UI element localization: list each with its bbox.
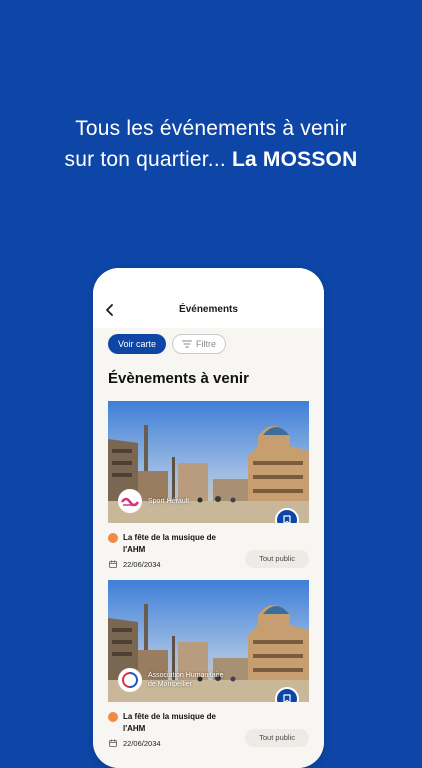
organizer-logo [118, 489, 142, 513]
promo-line-2-prefix: sur ton quartier... [64, 148, 226, 171]
event-title: La fête de la musique de l'AHM [123, 533, 216, 554]
organizer-name: Association Humanitaire de Montpellier [148, 672, 224, 688]
organizer-name: Sport Hérault [148, 497, 190, 505]
organizer-logo [118, 668, 142, 692]
page-title: Événements [179, 304, 238, 315]
filter-button[interactable]: Filtre [172, 334, 227, 354]
organizer: Association Humanitaire de Montpellier [118, 668, 228, 692]
event-image: Association Humanitaire de Montpellier [108, 580, 309, 702]
event-card[interactable]: Sport Hérault La fête de la musique de l… [108, 401, 309, 579]
event-card[interactable]: Association Humanitaire de Montpellier L… [108, 580, 309, 758]
app-header: Événements [93, 268, 324, 328]
audience-badge: Tout public [245, 550, 309, 568]
event-title: La fête de la musique de l'AHM [123, 712, 216, 733]
category-dot [108, 712, 118, 722]
event-info: La fête de la musique de l'AHM 22/06/203… [108, 523, 309, 579]
view-map-button[interactable]: Voir carte [108, 334, 167, 354]
audience-badge: Tout public [245, 729, 309, 747]
promo-line-2: sur ton quartier... La MOSSON [0, 144, 422, 175]
bookmark-icon [283, 515, 291, 523]
promo-text: Tous les événements à venir sur ton quar… [0, 113, 422, 175]
filter-chips: Voir carte Filtre [108, 334, 227, 354]
promo-neighborhood: La MOSSON [231, 148, 358, 171]
category-dot [108, 533, 118, 543]
section-title: Évènements à venir [108, 370, 249, 387]
event-date: 22/06/2034 [123, 739, 161, 748]
filter-icon [182, 340, 193, 348]
organizer: Sport Hérault [118, 489, 189, 513]
calendar-icon [109, 739, 117, 747]
events-content: Voir carte Filtre Évènements à venir Spo… [93, 328, 324, 768]
calendar-icon [109, 560, 117, 568]
event-date: 22/06/2034 [123, 560, 161, 569]
filter-label: Filtre [196, 339, 217, 349]
bookmark-icon [283, 694, 291, 702]
event-image: Sport Hérault [108, 401, 309, 523]
phone-mockup: Événements Voir carte Filtre Évènements … [93, 268, 324, 768]
promo-line-1: Tous les événements à venir [75, 117, 347, 140]
